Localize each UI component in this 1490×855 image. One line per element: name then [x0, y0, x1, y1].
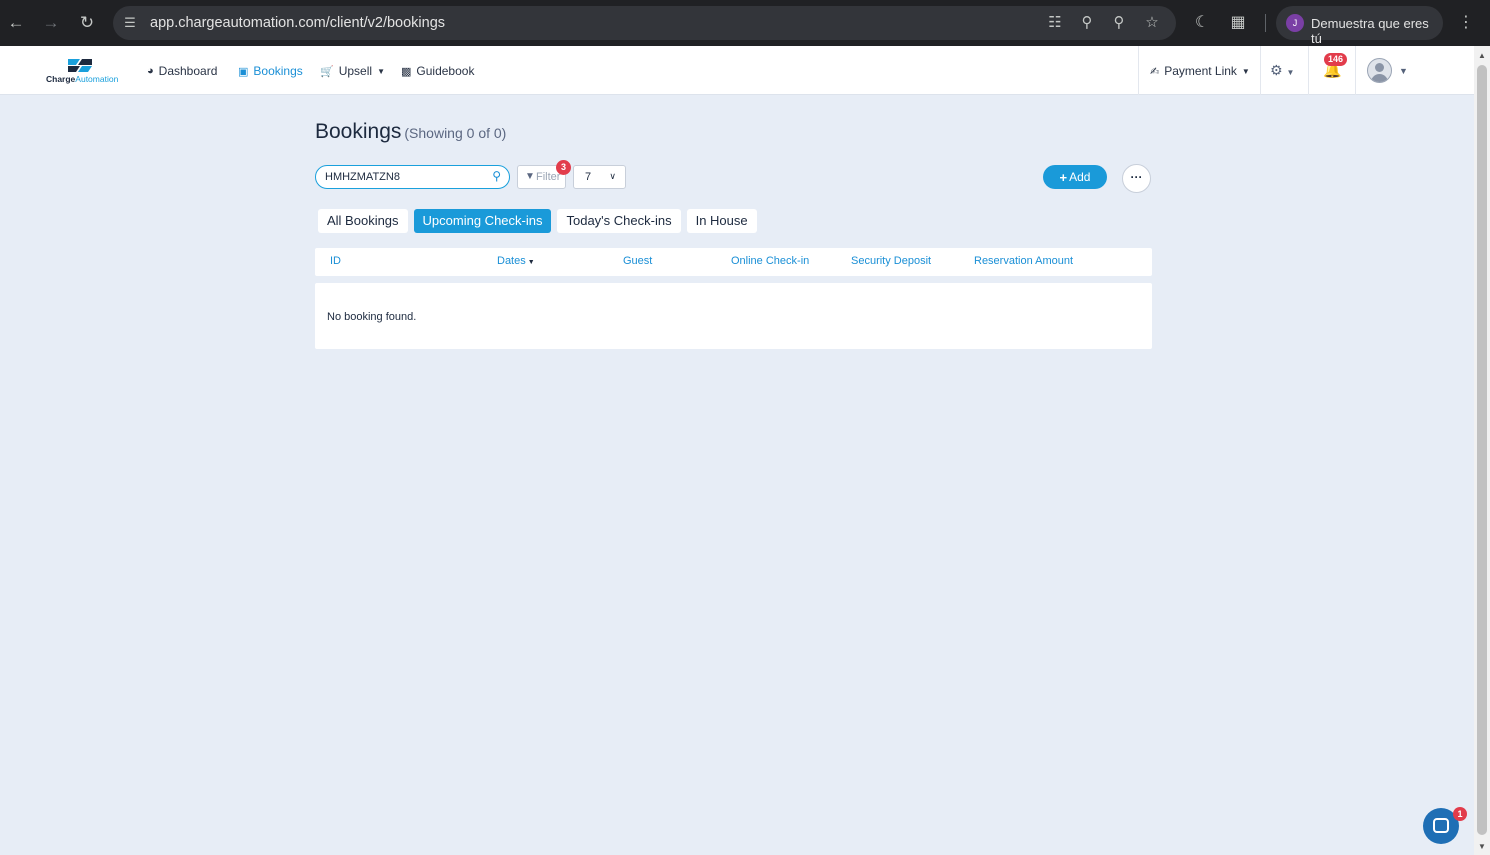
column-header-id[interactable]: ID — [330, 255, 341, 267]
forward-icon[interactable]: → — [40, 12, 62, 34]
caret-down-icon: ▼ — [1286, 68, 1295, 77]
profile-avatar: J — [1286, 14, 1304, 32]
plus-icon: + — [1059, 169, 1068, 185]
dark-mode-extension-icon[interactable]: ☾ — [1191, 12, 1213, 34]
page-scrollbar[interactable]: ▲ ▼ — [1474, 46, 1490, 855]
logo-text: ChargeAutomation — [46, 74, 119, 84]
empty-state-message: No booking found. — [327, 311, 417, 323]
url-text[interactable]: app.chargeautomation.com/client/v2/booki… — [150, 15, 445, 31]
chat-unread-badge: 1 — [1453, 807, 1467, 821]
app-header: ChargeAutomation ◕ Dashboard ▣ Bookings … — [0, 46, 1474, 95]
table-header: ID Dates ▼ Guest Online Check-in Security… — [315, 248, 1152, 276]
search-input[interactable]: HMHZMATZN8 ⚲ — [315, 165, 510, 189]
page-size-select[interactable]: 7 ∨ — [573, 165, 626, 189]
user-avatar[interactable] — [1367, 58, 1392, 83]
search-icon[interactable]: ⚲ — [492, 169, 501, 183]
column-header-dates[interactable]: Dates ▼ — [497, 255, 535, 267]
notifications-badge: 146 — [1324, 53, 1348, 66]
extensions-puzzle-icon[interactable]: ▦ — [1227, 12, 1249, 34]
sort-down-icon: ▼ — [527, 259, 535, 266]
bookmark-star-icon[interactable]: ☆ — [1142, 13, 1162, 33]
logo-mark-icon — [68, 59, 92, 72]
book-icon: ▩ — [401, 65, 412, 78]
column-header-guest[interactable]: Guest — [623, 255, 652, 267]
scroll-down-icon[interactable]: ▼ — [1478, 842, 1486, 851]
browser-menu-icon[interactable]: ⋮ — [1455, 12, 1477, 34]
caret-down-icon: ▼ — [1241, 66, 1250, 76]
cart-icon: 🛒 — [320, 65, 334, 78]
column-header-reservation-amount[interactable]: Reservation Amount — [974, 255, 1073, 267]
column-header-security-deposit[interactable]: Security Deposit — [851, 255, 931, 267]
page-subtitle: (Showing 0 of 0) — [404, 125, 507, 141]
site-info-icon[interactable]: ☰ — [121, 14, 139, 32]
profile-button[interactable]: J Demuestra que eres tú — [1276, 6, 1443, 46]
table-body: No booking found. — [315, 283, 1152, 349]
profile-label: Demuestra que eres tú — [1311, 16, 1429, 46]
header-divider — [1308, 46, 1309, 95]
translate-icon[interactable]: ☷ — [1045, 13, 1065, 33]
header-divider — [1138, 46, 1139, 95]
more-options-button[interactable]: ··· — [1122, 164, 1151, 193]
caret-down-icon[interactable]: ▼ — [1399, 66, 1408, 76]
page-title: Bookings (Showing 0 of 0) — [315, 120, 507, 143]
scroll-up-icon[interactable]: ▲ — [1478, 51, 1486, 60]
header-divider — [1355, 46, 1356, 95]
logo[interactable]: ChargeAutomation — [46, 57, 119, 85]
column-header-online-check-in[interactable]: Online Check-in — [731, 255, 809, 267]
tab-in-house[interactable]: In House — [686, 209, 757, 233]
reload-icon[interactable]: ↻ — [76, 12, 98, 34]
nav-dashboard[interactable]: ◕ Dashboard — [147, 64, 217, 78]
header-divider — [1260, 46, 1261, 95]
filter-funnel-icon: ▼ — [525, 171, 535, 182]
caret-down-icon: ▼ — [377, 66, 385, 76]
tab-todays-check-ins[interactable]: Today's Check-ins — [557, 209, 681, 233]
tab-all-bookings[interactable]: All Bookings — [318, 209, 408, 233]
toolbar-divider — [1265, 14, 1266, 32]
filter-count-badge: 3 — [556, 160, 571, 175]
add-booking-button[interactable]: + Add — [1043, 165, 1107, 189]
nav-guidebook[interactable]: ▩ Guidebook — [401, 64, 474, 78]
nav-upsell[interactable]: 🛒 Upsell ▼ — [320, 64, 385, 78]
search-value[interactable]: HMHZMATZN8 — [325, 171, 400, 183]
password-key-icon[interactable]: ⚲ — [1077, 13, 1097, 33]
booking-tabs: All Bookings Upcoming Check-ins Today's … — [318, 209, 757, 233]
chevron-down-icon: ∨ — [609, 171, 616, 181]
address-bar[interactable]: ☰ app.chargeautomation.com/client/v2/boo… — [113, 6, 1176, 40]
back-icon[interactable]: ← — [5, 12, 27, 34]
scrollbar-thumb[interactable] — [1477, 65, 1487, 835]
gear-icon: ⚙ — [1270, 62, 1283, 78]
hand-coin-icon: ✍ — [1150, 65, 1160, 78]
zoom-icon[interactable]: ⚲ — [1109, 13, 1129, 33]
payment-link-menu[interactable]: ✍ Payment Link ▼ — [1150, 64, 1250, 78]
settings-menu[interactable]: ⚙ ▼ — [1270, 62, 1294, 79]
nav-bookings[interactable]: ▣ Bookings — [238, 64, 303, 78]
chart-pie-icon: ◕ — [147, 65, 154, 77]
browser-toolbar: ← → ↻ ☰ app.chargeautomation.com/client/… — [0, 0, 1490, 46]
calendar-icon: ▣ — [238, 65, 249, 78]
chat-bubble-icon — [1433, 818, 1449, 833]
tab-upcoming-check-ins[interactable]: Upcoming Check-ins — [413, 209, 552, 233]
